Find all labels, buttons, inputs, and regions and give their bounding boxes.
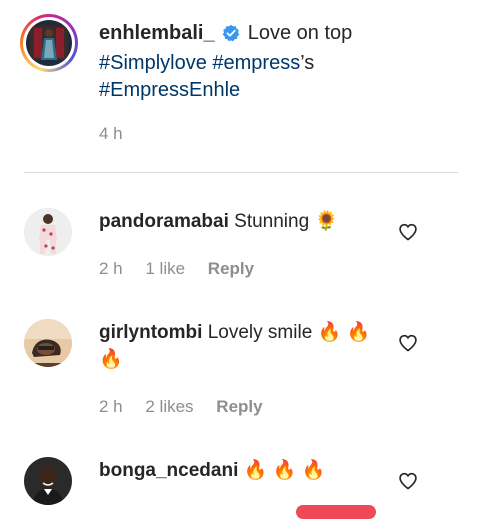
commenter-username[interactable]: pandoramabai	[99, 211, 229, 232]
heart-icon[interactable]	[398, 471, 418, 491]
commenter-username[interactable]: girlyntombi	[99, 322, 202, 343]
commenter-avatar[interactable]	[24, 319, 72, 367]
comment-time: 2 h	[99, 259, 123, 278]
hashtag-link[interactable]: #empress	[212, 52, 300, 74]
heart-icon[interactable]	[398, 222, 418, 242]
reply-button[interactable]: Reply	[216, 397, 262, 416]
comment-time: 2 h	[99, 397, 123, 416]
commenter-avatar[interactable]	[24, 457, 72, 505]
comment-body: pandoramabai Stunning 🌻	[99, 208, 389, 235]
comment-meta: 2 h 1 like Reply	[99, 259, 272, 279]
divider	[24, 172, 458, 173]
comment-meta: 2 h 2 likes Reply	[99, 397, 281, 417]
comment-body: bonga_ncedani 🔥 🔥 🔥	[99, 457, 389, 484]
caption-text: Love on top	[247, 22, 353, 44]
comment-body: girlyntombi Lovely smile 🔥 🔥 🔥	[99, 319, 389, 373]
hashtag-link[interactable]: #EmpressEnhle	[99, 79, 240, 101]
author-avatar-image	[26, 20, 72, 66]
commenter-username[interactable]: bonga_ncedani	[99, 460, 238, 481]
comment-likes[interactable]: 1 like	[145, 259, 185, 278]
caption-body: enhlembali_ Love on top #Simplylove #emp…	[99, 20, 419, 104]
comment-text: 🔥 🔥 🔥	[243, 460, 326, 481]
heart-icon[interactable]	[398, 333, 418, 353]
post-timestamp: 4 h	[99, 124, 123, 143]
post-caption: enhlembali_ Love on top #Simplylove #emp…	[20, 14, 460, 154]
author-avatar[interactable]	[20, 14, 78, 72]
verified-badge-icon	[222, 23, 240, 50]
comment-text: Stunning 🌻	[234, 211, 339, 232]
new-comment-pill[interactable]	[296, 505, 376, 519]
commenter-avatar[interactable]	[24, 208, 72, 256]
possessive-suffix: ’s	[300, 52, 315, 74]
comment-likes[interactable]: 2 likes	[145, 397, 193, 416]
reply-button[interactable]: Reply	[208, 259, 254, 278]
hashtag-link[interactable]: #Simplylove	[99, 52, 207, 74]
author-username[interactable]: enhlembali_	[99, 22, 215, 44]
